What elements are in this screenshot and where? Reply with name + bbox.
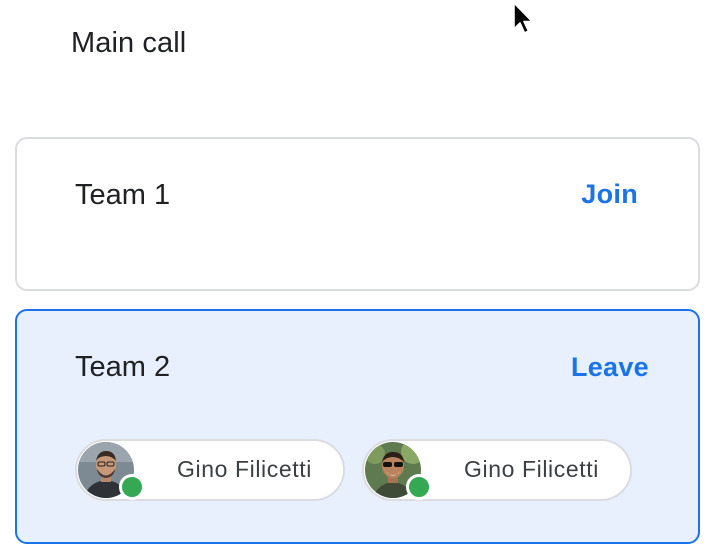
participant-chip[interactable]: Gino Filicetti [75,439,345,501]
team-card-team-1: Team 1 Join [15,137,700,291]
main-call-label[interactable]: Main call [71,25,186,61]
online-status-dot-icon [119,474,145,500]
team-card-team-2: Team 2 Leave Gino Filicetti Gino Filicet… [15,309,700,544]
leave-button[interactable]: Leave [571,350,649,384]
participant-name: Gino Filicetti [177,456,312,482]
team-name: Team 1 [75,179,171,211]
participant-chip[interactable]: Gino Filicetti [362,439,632,501]
participant-name: Gino Filicetti [464,456,599,482]
join-button[interactable]: Join [581,177,638,211]
mouse-pointer-icon [513,2,533,34]
online-status-dot-icon [406,474,432,500]
breakout-rooms-panel: Main call Team 1 Join Team 2 Leave Gino … [0,0,718,560]
team-name: Team 2 [75,351,171,383]
